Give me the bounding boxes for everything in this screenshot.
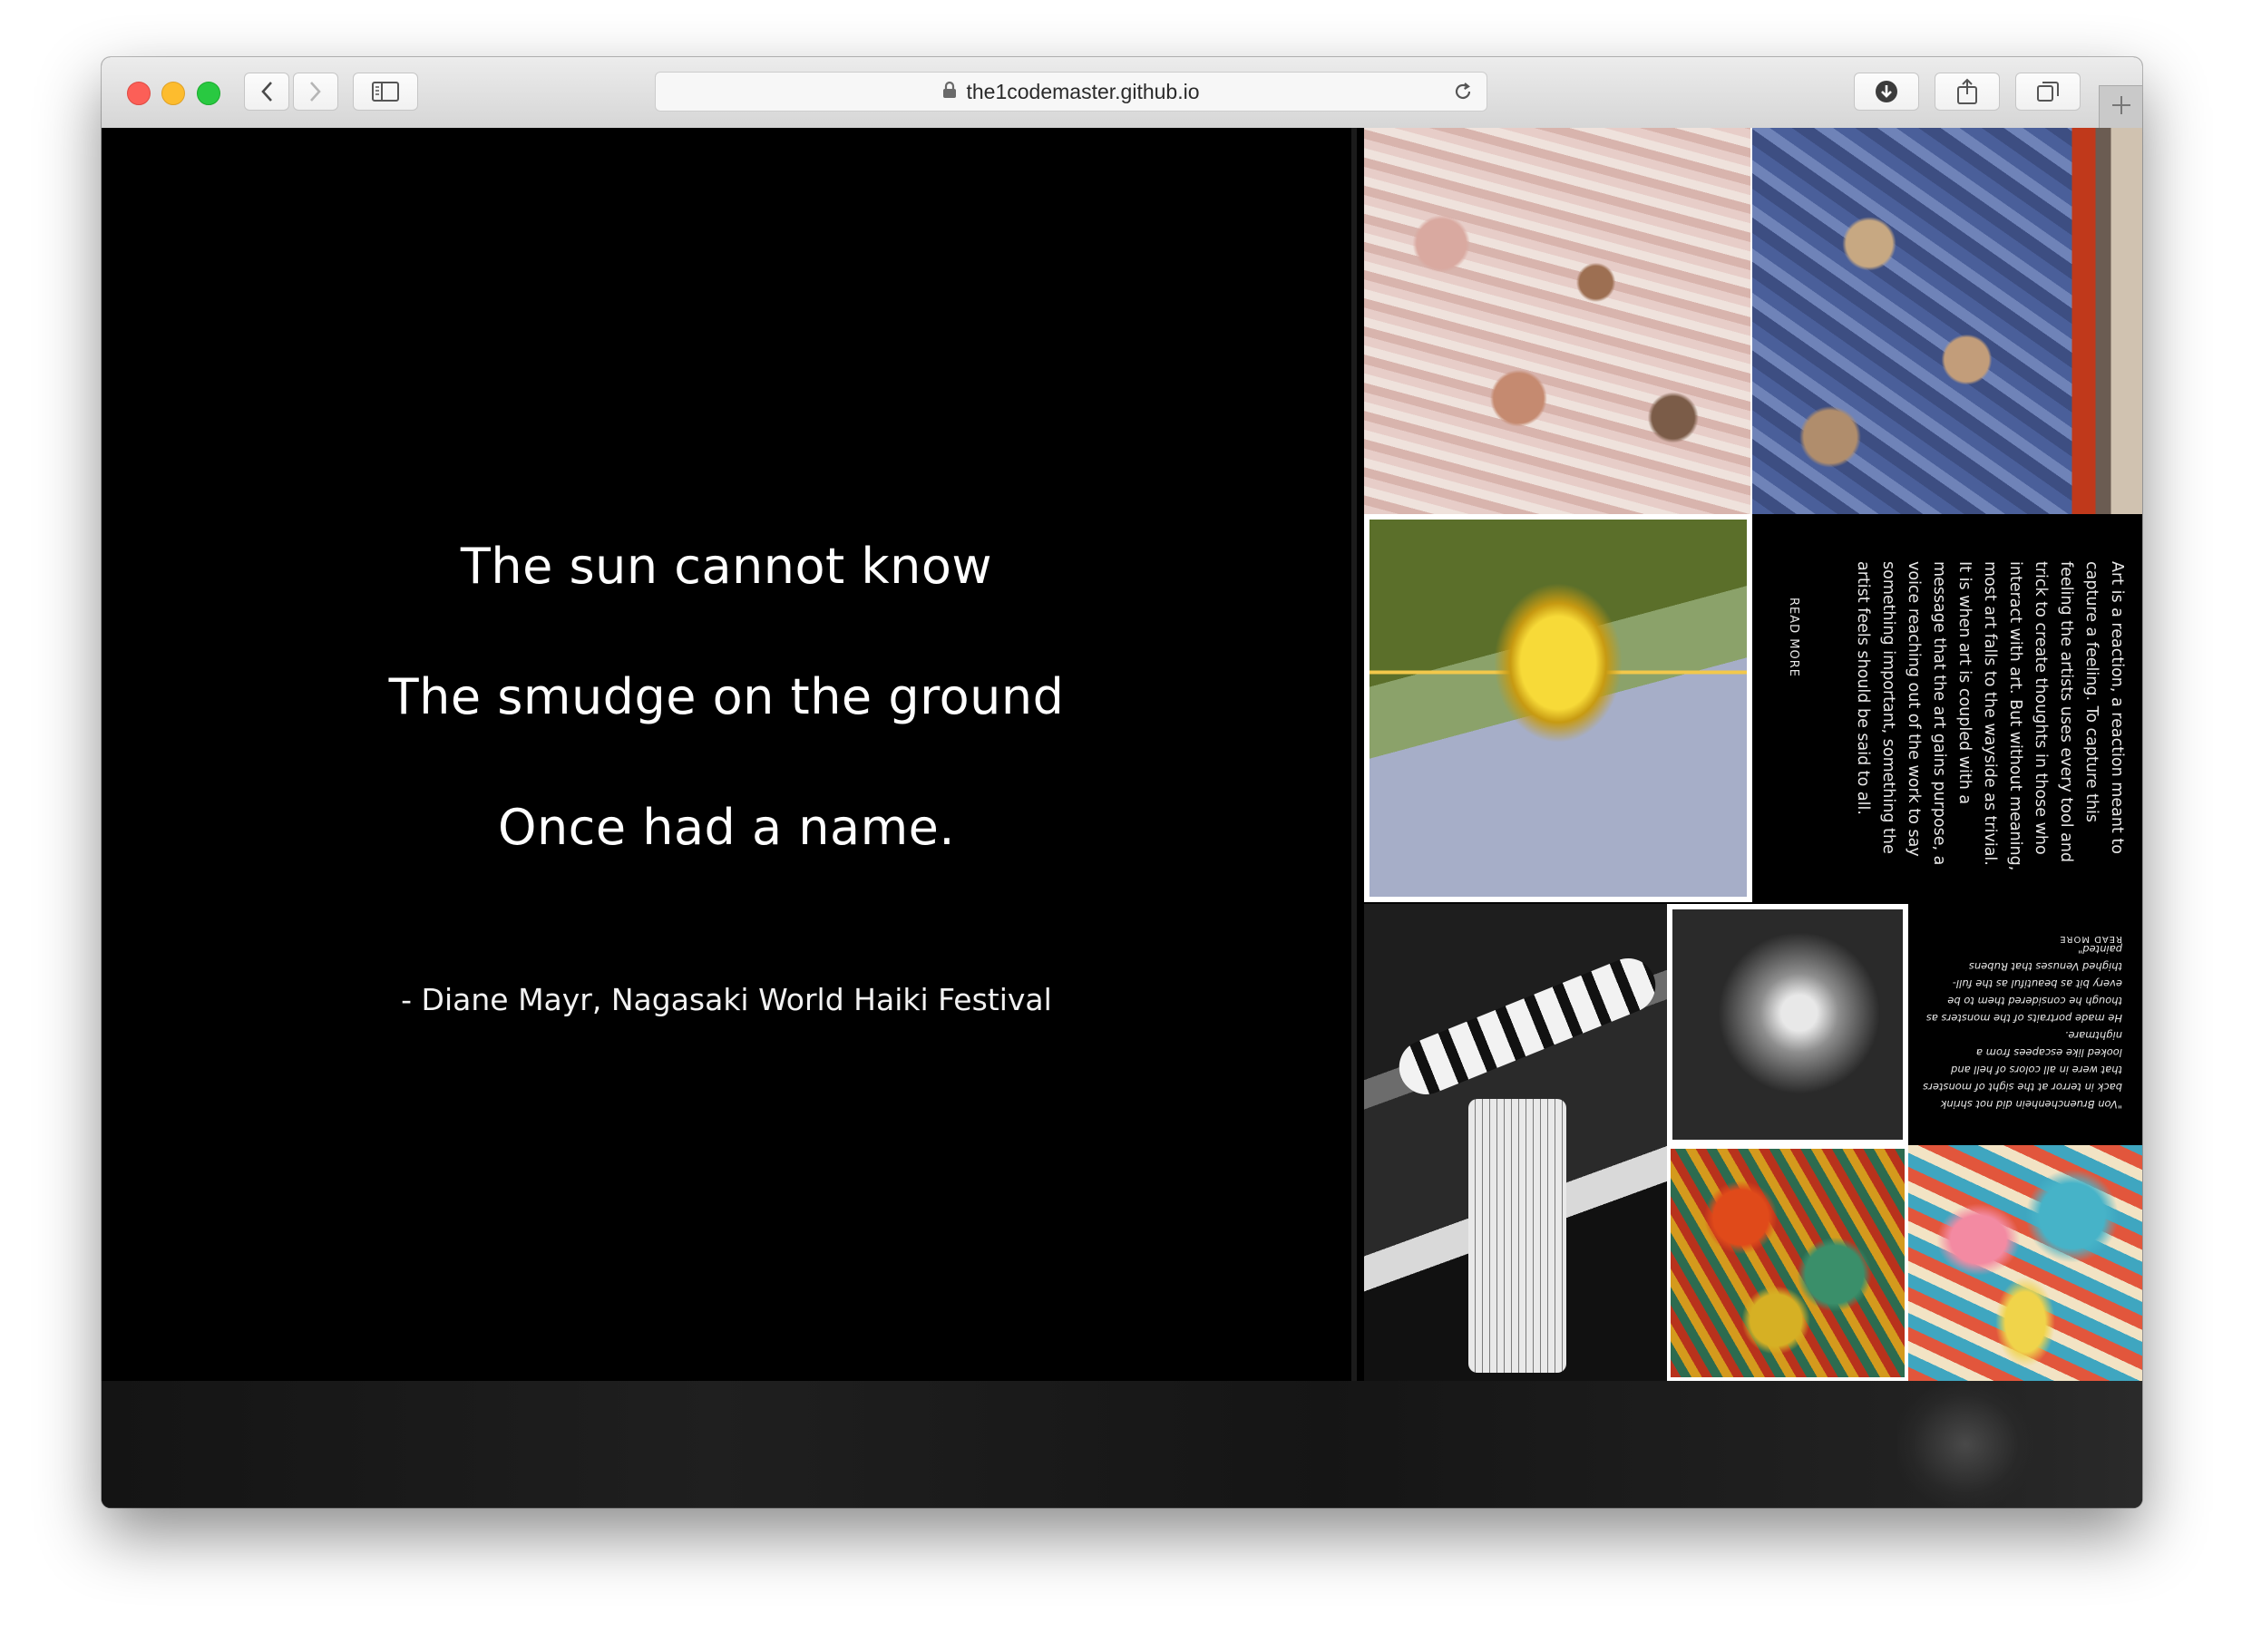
- tabs-icon: [2036, 80, 2060, 103]
- gallery-image-mushroom-cloud[interactable]: [1364, 514, 1752, 902]
- gallery-image-monochrome-creature[interactable]: [1667, 904, 1908, 1145]
- close-window-button[interactable]: [127, 82, 151, 105]
- poem-panel: The sun cannot know The smudge on the gr…: [102, 128, 1357, 1381]
- sidebar-icon: [372, 82, 399, 102]
- poem-line-3: Once had a name.: [497, 799, 956, 856]
- page-content: The sun cannot know The smudge on the gr…: [102, 128, 2142, 1508]
- new-tab-button[interactable]: [2099, 85, 2142, 128]
- article-1-read-more[interactable]: READ MORE: [1787, 598, 1800, 677]
- gallery-image-swirling-colors[interactable]: [1908, 1145, 2142, 1381]
- forward-button[interactable]: [293, 73, 338, 111]
- info-tablet: [1468, 1099, 1566, 1373]
- url-text: the1codemaster.github.io: [966, 79, 1200, 103]
- plane-shape: [1390, 949, 1664, 1103]
- gallery-image-colorful-abstract[interactable]: [1667, 1145, 1908, 1381]
- article-1-text: Art is a reaction, a reaction meant to c…: [1854, 561, 2126, 871]
- address-bar[interactable]: the1codemaster.github.io: [655, 72, 1487, 112]
- tab-overview-button[interactable]: [2015, 73, 2081, 111]
- downloads-button[interactable]: [1854, 73, 1919, 111]
- lock-icon: [942, 80, 957, 104]
- gallery-image-people-painting[interactable]: [1364, 128, 1752, 514]
- poem-line-1: The sun cannot know: [460, 538, 993, 595]
- article-2-text: "Von Bruenchenhein did not shrink back i…: [1923, 943, 2122, 1111]
- share-icon: [1955, 78, 1979, 105]
- back-button[interactable]: [244, 73, 289, 111]
- gallery-image-museum-plane[interactable]: [1364, 904, 1667, 1381]
- background-strip: [102, 1381, 2142, 1508]
- chevron-right-icon: [309, 81, 322, 102]
- browser-toolbar: the1codemaster.github.io: [102, 57, 2142, 129]
- browser-window: the1codemaster.github.io The sun cannot …: [102, 57, 2142, 1508]
- article-card-2: "Von Bruenchenhein did not shrink back i…: [1908, 904, 2142, 1145]
- poem-line-2: The smudge on the ground: [388, 668, 1065, 725]
- sidebar-button[interactable]: [353, 73, 418, 111]
- reload-icon[interactable]: [1452, 81, 1474, 106]
- share-button[interactable]: [1935, 73, 2000, 111]
- chevron-left-icon: [260, 81, 273, 102]
- plus-icon: [2110, 94, 2132, 120]
- article-2-read-more[interactable]: READ MORE: [2059, 934, 2122, 944]
- article-card-1: Art is a reaction, a reaction meant to c…: [1752, 514, 2142, 902]
- zoom-window-button[interactable]: [197, 82, 220, 105]
- download-icon: [1874, 79, 1899, 104]
- minimize-window-button[interactable]: [161, 82, 185, 105]
- poem-credit: - Diane Mayr, Nagasaki World Haiki Festi…: [401, 982, 1052, 1017]
- gallery-image-floating-figures[interactable]: [1752, 128, 2142, 514]
